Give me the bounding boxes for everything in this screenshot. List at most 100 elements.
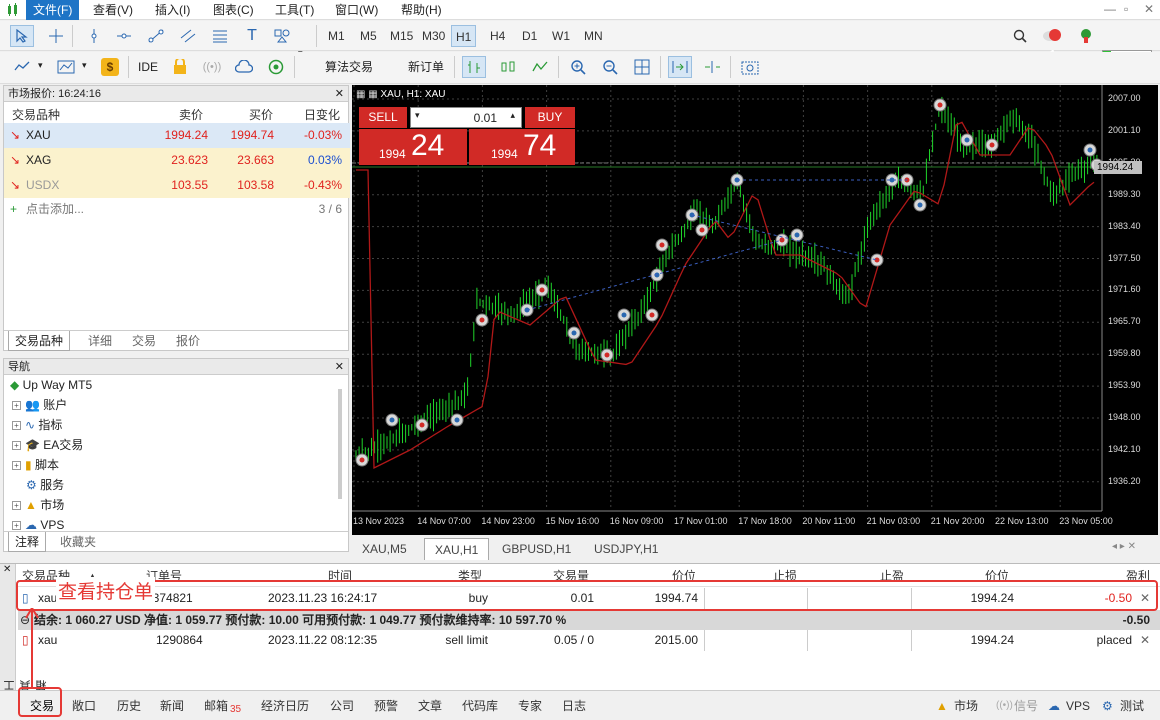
sell-button[interactable]: 1994 24 bbox=[359, 129, 467, 165]
tf-h4[interactable]: H4 bbox=[486, 25, 509, 47]
price-chart[interactable]: ▦ ▦ XAU, H1: XAU SELL ▾ 0.01 ▴ BUY 1994 … bbox=[352, 85, 1158, 535]
chart-tab-xau-m5[interactable]: XAU,M5 bbox=[352, 538, 417, 560]
tab-articles[interactable]: 文章 bbox=[418, 696, 442, 716]
notifications-icon[interactable] bbox=[1040, 25, 1064, 47]
minimize-icon[interactable]: — bbox=[1104, 2, 1116, 16]
chart-type-dropdown-icon[interactable]: ▾ bbox=[38, 60, 43, 71]
tab-journal[interactable]: 日志 bbox=[562, 696, 586, 716]
menu-file[interactable]: 文件(F) bbox=[26, 0, 80, 20]
buy-label-button[interactable]: BUY bbox=[525, 107, 575, 128]
screenshot-icon[interactable] bbox=[738, 56, 762, 78]
vertical-line-icon[interactable] bbox=[82, 25, 106, 47]
tab-alerts[interactable]: 预警 bbox=[374, 696, 398, 716]
chart-type-icon[interactable] bbox=[10, 56, 34, 78]
status-signal[interactable]: 信号 bbox=[1014, 696, 1038, 716]
nav-indicators[interactable]: + ∿ 指标 bbox=[12, 415, 62, 435]
indicators-dropdown-icon[interactable]: ▾ bbox=[82, 60, 87, 71]
algo-trading-button[interactable]: 算法交易 bbox=[325, 57, 373, 77]
tf-m30[interactable]: M30 bbox=[418, 25, 449, 47]
menu-chart[interactable]: 图表(C) bbox=[206, 0, 261, 20]
trendline-icon[interactable] bbox=[144, 25, 168, 47]
order-row[interactable]: ▯ xau 1290864 2023.11.22 08:12:35 sell l… bbox=[18, 630, 1160, 651]
zoom-in-icon[interactable] bbox=[566, 56, 590, 78]
indicators-icon[interactable] bbox=[54, 56, 78, 78]
chart-tab-usdjpy-h1[interactable]: USDJPY,H1 bbox=[584, 538, 668, 560]
shapes-icon[interactable] bbox=[270, 25, 294, 47]
tf-m5[interactable]: M5 bbox=[356, 25, 381, 47]
menu-tools[interactable]: 工具(T) bbox=[268, 0, 321, 20]
tab-news[interactable]: 新闻 bbox=[160, 696, 184, 716]
close-navigator-icon[interactable]: ✕ bbox=[335, 359, 344, 375]
ide-button[interactable]: IDE bbox=[138, 57, 158, 77]
status-vps[interactable]: VPS bbox=[1066, 696, 1090, 716]
tf-m15[interactable]: M15 bbox=[386, 25, 417, 47]
tab-trade[interactable]: 交易 bbox=[30, 696, 54, 716]
vps-cloud-icon[interactable] bbox=[232, 56, 256, 78]
zoom-out-icon[interactable] bbox=[598, 56, 622, 78]
market-row-xau[interactable]: ↘ XAU 1994.24 1994.74 -0.03% bbox=[4, 123, 350, 148]
web-icon[interactable] bbox=[264, 56, 288, 78]
menu-view[interactable]: 查看(V) bbox=[86, 0, 140, 20]
text-tool-icon[interactable]: T bbox=[240, 25, 264, 47]
menu-window[interactable]: 窗口(W) bbox=[328, 0, 385, 20]
tf-mn[interactable]: MN bbox=[580, 25, 607, 47]
market-lock-icon[interactable] bbox=[168, 56, 192, 78]
sell-label-button[interactable]: SELL bbox=[359, 107, 407, 128]
channel-icon[interactable] bbox=[176, 25, 200, 47]
bar-chart-icon[interactable] bbox=[462, 56, 486, 78]
tab-symbols[interactable]: 交易品种 bbox=[8, 331, 71, 351]
menu-insert[interactable]: 插入(I) bbox=[148, 0, 197, 20]
close-window-icon[interactable]: ✕ bbox=[1144, 2, 1154, 16]
autoscroll-icon[interactable] bbox=[668, 56, 692, 78]
tab-details[interactable]: 详细 bbox=[82, 331, 118, 351]
tab-ticks[interactable]: 报价 bbox=[170, 331, 206, 351]
tf-m1[interactable]: M1 bbox=[324, 25, 349, 47]
order-sl[interactable] bbox=[704, 630, 808, 651]
new-order-button[interactable]: 新订单 bbox=[408, 57, 444, 77]
delete-order-icon[interactable]: ✕ bbox=[1140, 630, 1150, 651]
tab-company[interactable]: 公司 bbox=[330, 696, 354, 716]
tile-windows-icon[interactable] bbox=[630, 56, 654, 78]
close-toolbox-icon[interactable]: ✕ bbox=[3, 564, 11, 575]
tab-codebase[interactable]: 代码库 bbox=[462, 696, 498, 716]
tf-h1[interactable]: H1 bbox=[451, 25, 477, 47]
add-symbol-row[interactable]: + 点击添加... 3 / 6 bbox=[4, 198, 350, 220]
tab-exposure[interactable]: 敞口 bbox=[72, 696, 96, 716]
chart-shift-icon[interactable] bbox=[700, 56, 724, 78]
search-icon[interactable] bbox=[1008, 25, 1032, 47]
status-tester[interactable]: 测试 bbox=[1120, 696, 1144, 716]
signals-icon[interactable]: ((•)) bbox=[200, 56, 224, 78]
horizontal-line-icon[interactable] bbox=[112, 25, 136, 47]
tab-mailbox[interactable]: 邮箱 bbox=[204, 696, 228, 716]
candlestick-icon[interactable] bbox=[496, 56, 520, 78]
order-tp[interactable] bbox=[808, 630, 912, 651]
tab-scroll-icons[interactable]: ◂ ▸ ✕ bbox=[1112, 541, 1136, 552]
close-market-watch-icon[interactable]: ✕ bbox=[335, 86, 344, 102]
menu-help[interactable]: 帮助(H) bbox=[394, 0, 449, 20]
nav-market[interactable]: + ▲ 市场 bbox=[12, 495, 64, 515]
tab-history[interactable]: 历史 bbox=[117, 696, 141, 716]
volume-up-icon[interactable]: ▴ bbox=[510, 110, 515, 121]
tf-d1[interactable]: D1 bbox=[518, 25, 541, 47]
fibonacci-icon[interactable] bbox=[208, 25, 232, 47]
nav-scripts[interactable]: + ▮ 脚本 bbox=[12, 455, 59, 475]
chart-tab-gbpusd-h1[interactable]: GBPUSD,H1 bbox=[492, 538, 581, 560]
navigator-scrollbar[interactable] bbox=[338, 389, 342, 499]
volume-down-icon[interactable]: ▾ bbox=[415, 110, 420, 121]
nav-experts[interactable]: + 🎓 EA交易 bbox=[12, 435, 83, 455]
tf-w1[interactable]: W1 bbox=[548, 25, 574, 47]
market-row-xag[interactable]: ↘ XAG 23.623 23.663 0.03% bbox=[4, 148, 350, 173]
buy-button[interactable]: 1994 74 bbox=[469, 129, 575, 165]
nav-root[interactable]: ◆ Up Way MT5 bbox=[10, 375, 92, 395]
tab-common[interactable]: 注释 bbox=[8, 532, 47, 552]
volume-input[interactable]: ▾ 0.01 ▴ bbox=[410, 107, 522, 128]
cursor-icon[interactable] bbox=[10, 25, 34, 47]
nav-services[interactable]: ⚙ 服务 bbox=[26, 475, 64, 495]
tab-experts[interactable]: 专家 bbox=[518, 696, 542, 716]
status-market[interactable]: 市场 bbox=[954, 696, 978, 716]
chart-tab-xau-h1[interactable]: XAU,H1 bbox=[424, 538, 490, 560]
tab-favorites[interactable]: 收藏夹 bbox=[54, 532, 102, 552]
restore-icon[interactable]: ▫ bbox=[1124, 2, 1128, 16]
currency-icon[interactable]: $ bbox=[98, 56, 122, 78]
nav-accounts[interactable]: + 👥 账户 bbox=[12, 395, 67, 415]
